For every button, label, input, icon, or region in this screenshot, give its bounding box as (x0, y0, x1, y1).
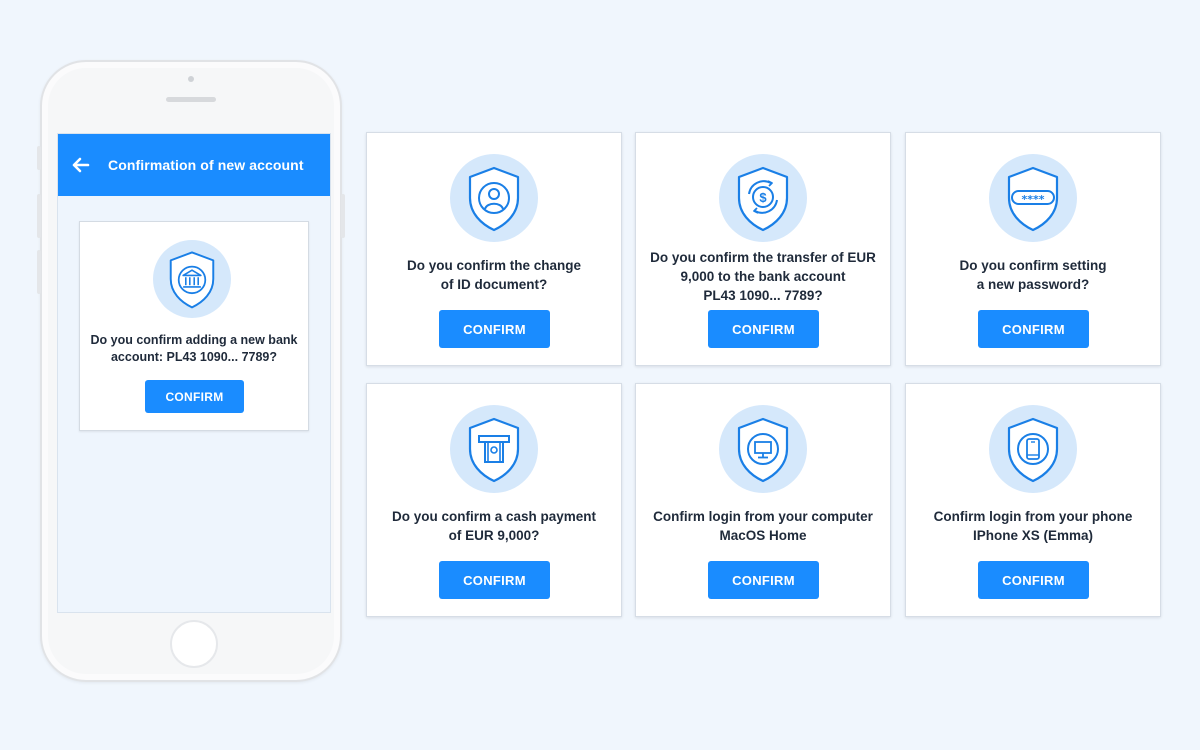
phone-speaker (166, 97, 216, 102)
question-line: PL43 1090... 7789? (703, 288, 823, 303)
question-line: of EUR 9,000? (448, 528, 540, 543)
phone-mute-switch (37, 146, 41, 170)
question-line: MacOS Home (719, 528, 807, 543)
question-line: Do you confirm a cash payment (391, 509, 597, 524)
confirmation-question: Do you confirm adding a new bank account… (88, 332, 300, 366)
dollar-transfer-icon: $ (719, 154, 807, 242)
password-icon: **** (989, 154, 1077, 242)
confirm-button[interactable]: CONFIRM (708, 561, 819, 599)
question-line: Do you confirm the change (406, 258, 582, 273)
confirmation-question: Confirm login from your phone IPhone XS … (916, 507, 1150, 545)
confirmation-question: Do you confirm setting a new password? (916, 256, 1150, 294)
confirmation-question: Do you confirm the change of ID document… (377, 256, 611, 294)
phone-screen: Confirmation of new account Do you confi… (57, 133, 331, 613)
svg-text:****: **** (1021, 193, 1044, 206)
question-line: 9,000 to the bank account (680, 269, 846, 284)
phone-mockup: Confirmation of new account Do you confi… (37, 60, 345, 682)
confirm-button[interactable]: CONFIRM (145, 380, 244, 413)
card-transfer: $ Do you confirm the transfer of EUR 9,0… (635, 132, 891, 366)
phone-volume-up-button (37, 194, 41, 238)
computer-icon (719, 405, 807, 493)
user-id-icon (450, 154, 538, 242)
confirmation-question: Do you confirm a cash payment of EUR 9,0… (377, 507, 611, 545)
confirm-button[interactable]: CONFIRM (439, 561, 550, 599)
atm-cash-icon (450, 405, 538, 493)
app-header: Confirmation of new account (58, 134, 330, 196)
phone-power-button (341, 194, 345, 238)
home-button[interactable] (170, 620, 218, 668)
confirmation-card: Do you confirm adding a new bank account… (79, 221, 309, 431)
question-line: Do you confirm adding a new bank (90, 333, 298, 347)
question-line: IPhone XS (Emma) (972, 528, 1094, 543)
back-arrow-icon[interactable] (70, 154, 92, 176)
card-cash-payment: Do you confirm a cash payment of EUR 9,0… (366, 383, 622, 617)
question-line: Confirm login from your phone (933, 509, 1133, 524)
phone-volume-down-button (37, 250, 41, 294)
phone-icon (989, 405, 1077, 493)
confirm-button[interactable]: CONFIRM (978, 310, 1089, 348)
confirmation-question: Do you confirm the transfer of EUR 9,000… (646, 248, 880, 305)
question-line: a new password? (976, 277, 1090, 292)
question-line: Do you confirm setting (959, 258, 1107, 273)
confirmation-question: Confirm login from your computer MacOS H… (646, 507, 880, 545)
confirm-button[interactable]: CONFIRM (978, 561, 1089, 599)
phone-camera (188, 76, 194, 82)
card-id-document: Do you confirm the change of ID document… (366, 132, 622, 366)
bank-icon (153, 240, 231, 318)
confirm-button[interactable]: CONFIRM (439, 310, 550, 348)
question-line: account: PL43 1090... 7789? (110, 350, 278, 364)
svg-text:$: $ (759, 190, 767, 205)
question-line: Do you confirm the transfer of EUR (650, 250, 876, 265)
question-line: of ID document? (440, 277, 548, 292)
card-password: **** Do you confirm setting a new passwo… (905, 132, 1161, 366)
card-phone-login: Confirm login from your phone IPhone XS … (905, 383, 1161, 617)
confirm-button[interactable]: CONFIRM (708, 310, 819, 348)
card-computer-login: Confirm login from your computer MacOS H… (635, 383, 891, 617)
question-line: Confirm login from your computer (653, 509, 873, 524)
page-title: Confirmation of new account (108, 157, 304, 173)
